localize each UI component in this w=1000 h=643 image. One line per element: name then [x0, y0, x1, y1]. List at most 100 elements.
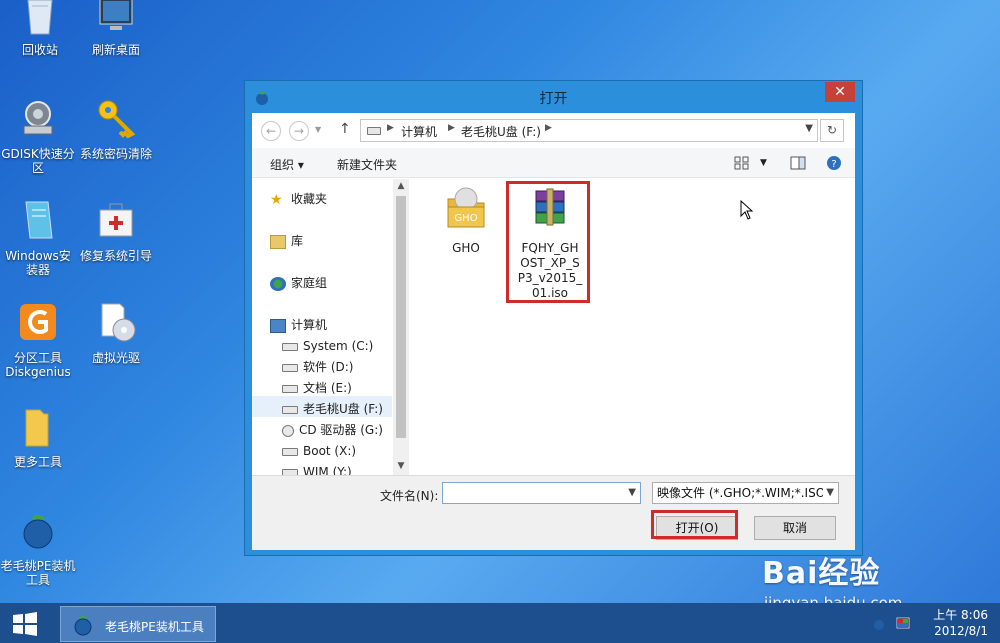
- close-button[interactable]: ✕: [825, 82, 855, 102]
- svg-text:GHO: GHO: [454, 213, 477, 224]
- windows-start-icon[interactable]: [12, 611, 38, 637]
- tray-peach-icon[interactable]: [872, 617, 886, 631]
- drive-label: Boot (X:): [303, 444, 357, 458]
- drive-label: 文档 (E:): [303, 381, 352, 395]
- file-type-select[interactable]: 映像文件 (*.GHO;*.WIM;*.ISO ▼: [652, 482, 839, 504]
- drive-icon: [282, 384, 298, 393]
- desktop-icon-windows-installer[interactable]: Windows安 装器: [0, 198, 78, 277]
- file-type-value: 映像文件 (*.GHO;*.WIM;*.ISO: [657, 486, 826, 500]
- desktop-icon-laomaotao-pe[interactable]: 老毛桃PE装机 工具: [0, 508, 78, 587]
- nav-drive-d[interactable]: 软件 (D:): [282, 357, 353, 377]
- star-icon: ★: [270, 191, 283, 208]
- clock-time: 上午 8:06: [933, 608, 988, 622]
- back-button[interactable]: ←: [261, 121, 281, 141]
- desktop-icon-label: 分区工具 Diskgenius: [5, 351, 71, 379]
- nav-homegroup-label: 家庭组: [291, 276, 328, 290]
- filename-input[interactable]: ▼: [442, 482, 641, 504]
- address-bar[interactable]: ▶ 计算机 ▶ 老毛桃U盘 (F:) ▶ ▼: [360, 119, 818, 142]
- dialog-title: 打开: [539, 91, 568, 107]
- homegroup-icon: [270, 276, 286, 291]
- navigation-pane: ★ 收藏夹 库 家庭组 计算机 System (C:) 软件 (D:) 文档 (E…: [252, 179, 409, 475]
- scroll-down-icon[interactable]: ▼: [393, 461, 409, 471]
- help-icon[interactable]: ?: [826, 155, 842, 171]
- clock-date: 2012/8/1: [934, 624, 988, 638]
- filename-label: 文件名(N):: [380, 489, 439, 503]
- nav-libraries-label: 库: [291, 234, 304, 248]
- chevron-down-icon[interactable]: ▼: [628, 487, 636, 498]
- breadcrumb-computer[interactable]: 计算机: [401, 123, 437, 140]
- folder-icon: GHO: [447, 187, 485, 228]
- system-clock[interactable]: 上午 8:06 2012/8/1: [933, 607, 988, 639]
- chevron-down-icon[interactable]: ▼: [823, 483, 834, 503]
- desktop-icon-gdisk[interactable]: GDISK快速分 区: [0, 96, 78, 175]
- chevron-right-icon: ▶: [387, 123, 394, 133]
- key-icon: [98, 100, 136, 139]
- installer-icon: [25, 201, 53, 239]
- nav-libraries[interactable]: 库: [270, 231, 303, 251]
- desktop-icon-refresh-desktop[interactable]: 刷新桌面: [76, 0, 156, 57]
- drive-label: 老毛桃U盘 (F:): [303, 402, 383, 416]
- desktop-icon-label: 虚拟光驱: [91, 351, 140, 365]
- command-toolbar: 组织 ▾ 新建文件夹 ▼ ?: [252, 148, 855, 178]
- nav-computer[interactable]: 计算机: [270, 315, 327, 335]
- nav-drive-f[interactable]: 老毛桃U盘 (F:): [282, 399, 383, 419]
- nav-drive-x[interactable]: Boot (X:): [282, 441, 356, 461]
- nav-scrollbar[interactable]: ▲ ▼: [393, 179, 409, 475]
- file-item-gho[interactable]: GHO GHO: [426, 185, 506, 256]
- diskgenius-icon: [20, 304, 56, 340]
- gear-disk-icon: [23, 101, 53, 135]
- file-name: GHO: [452, 241, 480, 255]
- preview-pane-icon[interactable]: [790, 155, 806, 171]
- mouse-cursor-icon: [740, 200, 754, 220]
- view-options-icon[interactable]: [734, 155, 750, 171]
- taskbar-item-pe-tool[interactable]: 老毛桃PE装机工具: [60, 606, 216, 642]
- tray-display-icon[interactable]: [896, 617, 910, 631]
- organize-label: 组织: [270, 158, 295, 172]
- nav-drive-y[interactable]: WIM (Y:): [282, 462, 352, 475]
- nav-drive-e[interactable]: 文档 (E:): [282, 378, 352, 398]
- baidu-jingyan-watermark: Bai经验 jingyan.baidu.com: [762, 548, 902, 612]
- nav-drive-g[interactable]: CD 驱动器 (G:): [282, 420, 383, 440]
- highlight-iso-file: [506, 181, 590, 303]
- scrollbar-thumb[interactable]: [396, 196, 406, 438]
- up-arrow-icon[interactable]: ↑: [339, 121, 351, 137]
- nav-favorites[interactable]: ★ 收藏夹: [270, 189, 327, 209]
- new-folder-button[interactable]: 新建文件夹: [337, 156, 397, 173]
- desktop-icon-repair-boot[interactable]: 修复系统引导: [76, 198, 156, 263]
- refresh-button[interactable]: ↻: [820, 119, 844, 142]
- scroll-up-icon[interactable]: ▲: [393, 181, 409, 191]
- drive-icon: [282, 405, 298, 414]
- forward-button[interactable]: →: [289, 121, 309, 141]
- watermark-brand: Bai经验: [762, 556, 881, 591]
- desktop-icon-label: 系统密码清除: [79, 147, 152, 161]
- desktop-icon-label: 刷新桌面: [91, 43, 140, 57]
- recent-locations-icon[interactable]: ▼: [315, 125, 321, 134]
- cancel-button[interactable]: 取消: [754, 516, 836, 540]
- nav-drive-c[interactable]: System (C:): [282, 336, 373, 356]
- desktop-icon-diskgenius[interactable]: 分区工具 Diskgenius: [0, 300, 78, 379]
- organize-button[interactable]: 组织 ▾: [270, 156, 304, 173]
- desktop-icon-label: 老毛桃PE装机 工具: [0, 559, 76, 587]
- desktop-icon-virtual-drive[interactable]: 虚拟光驱: [76, 300, 156, 365]
- desktop-icon-password-clear[interactable]: 系统密码清除: [76, 96, 156, 161]
- peach-icon: [74, 616, 92, 636]
- computer-icon: [270, 318, 286, 333]
- desktop-icon-label: 回收站: [21, 43, 58, 57]
- dialog-body: ← → ▼ ↑ ▶ 计算机 ▶ 老毛桃U盘 (F:) ▶ ▼ ↻ 组织 ▾ 新建…: [252, 113, 855, 550]
- monitor-icon: [99, 0, 133, 30]
- taskbar-item-label: 老毛桃PE装机工具: [105, 620, 204, 634]
- first-aid-kit-icon: [99, 203, 133, 237]
- drive-icon: [282, 363, 298, 372]
- drive-icon: [282, 447, 298, 456]
- library-icon: [270, 234, 286, 249]
- svg-text:?: ?: [831, 159, 836, 170]
- desktop-icon-recycle-bin[interactable]: 回收站: [0, 0, 80, 57]
- dialog-titlebar[interactable]: 打开 ✕: [245, 81, 862, 113]
- nav-homegroup[interactable]: 家庭组: [270, 273, 327, 293]
- view-dropdown-icon[interactable]: ▼: [760, 158, 767, 168]
- desktop-icon-more-tools[interactable]: 更多工具: [0, 404, 78, 469]
- folder-icon: [25, 409, 49, 447]
- chevron-down-icon[interactable]: ▼: [805, 123, 813, 134]
- breadcrumb-drive-f[interactable]: 老毛桃U盘 (F:): [461, 123, 541, 140]
- highlight-open-button: [651, 510, 738, 539]
